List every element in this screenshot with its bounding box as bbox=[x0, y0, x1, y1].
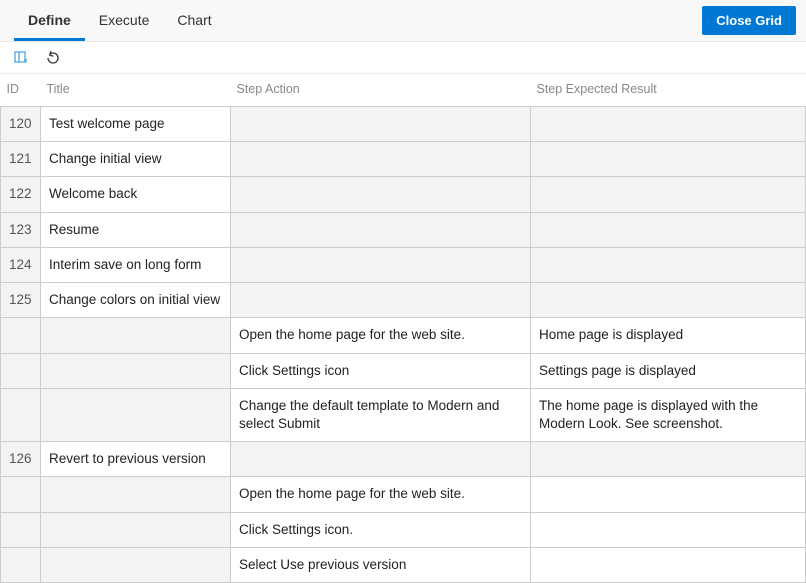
cell-step-expected[interactable]: The home page is displayed with the Mode… bbox=[531, 388, 806, 441]
cell-step-action[interactable]: Click Settings icon. bbox=[231, 512, 531, 547]
cell-title[interactable] bbox=[41, 353, 231, 388]
test-step-row[interactable]: Click Settings iconSettings page is disp… bbox=[1, 353, 806, 388]
test-case-row[interactable]: 123Resume bbox=[1, 212, 806, 247]
cell-id[interactable] bbox=[1, 477, 41, 512]
cell-step-action[interactable]: Select Use previous version bbox=[231, 547, 531, 582]
tab-execute[interactable]: Execute bbox=[85, 1, 164, 41]
tab-define-label: Define bbox=[28, 12, 71, 28]
cell-id[interactable] bbox=[1, 353, 41, 388]
cell-id[interactable]: 121 bbox=[1, 142, 41, 177]
cell-step-expected[interactable] bbox=[531, 142, 806, 177]
test-step-row[interactable]: Select Use previous version bbox=[1, 547, 806, 582]
cell-step-action[interactable]: Change the default template to Modern an… bbox=[231, 388, 531, 441]
cell-title[interactable]: Change initial view bbox=[41, 142, 231, 177]
test-case-row[interactable]: 126Revert to previous version bbox=[1, 442, 806, 477]
cell-id[interactable]: 125 bbox=[1, 283, 41, 318]
cell-step-expected[interactable] bbox=[531, 512, 806, 547]
cell-step-action[interactable] bbox=[231, 212, 531, 247]
cell-id[interactable]: 126 bbox=[1, 442, 41, 477]
cell-step-expected[interactable] bbox=[531, 177, 806, 212]
test-step-row[interactable]: Open the home page for the web site.Home… bbox=[1, 318, 806, 353]
cell-step-expected[interactable] bbox=[531, 442, 806, 477]
cell-id[interactable] bbox=[1, 547, 41, 582]
grid-header-row: ID Title Step Action Step Expected Resul… bbox=[1, 74, 806, 107]
cell-title[interactable] bbox=[41, 318, 231, 353]
test-case-row[interactable]: 125Change colors on initial view bbox=[1, 283, 806, 318]
col-expected[interactable]: Step Expected Result bbox=[531, 74, 806, 107]
cell-step-action[interactable]: Click Settings icon bbox=[231, 353, 531, 388]
cell-id[interactable]: 124 bbox=[1, 247, 41, 282]
col-action[interactable]: Step Action bbox=[231, 74, 531, 107]
cell-title[interactable]: Test welcome page bbox=[41, 107, 231, 142]
close-grid-button[interactable]: Close Grid bbox=[702, 6, 796, 35]
cell-step-expected[interactable] bbox=[531, 212, 806, 247]
test-case-row[interactable]: 124Interim save on long form bbox=[1, 247, 806, 282]
test-case-grid: ID Title Step Action Step Expected Resul… bbox=[0, 74, 806, 583]
cell-title[interactable]: Welcome back bbox=[41, 177, 231, 212]
cell-title[interactable] bbox=[41, 477, 231, 512]
cell-id[interactable] bbox=[1, 388, 41, 441]
col-id[interactable]: ID bbox=[1, 74, 41, 107]
toolbar bbox=[0, 42, 806, 74]
tab-define[interactable]: Define bbox=[14, 1, 85, 41]
cell-title[interactable] bbox=[41, 512, 231, 547]
cell-title[interactable]: Interim save on long form bbox=[41, 247, 231, 282]
test-step-row[interactable]: Click Settings icon. bbox=[1, 512, 806, 547]
cell-step-expected[interactable]: Settings page is displayed bbox=[531, 353, 806, 388]
cell-title[interactable] bbox=[41, 388, 231, 441]
cell-step-action[interactable] bbox=[231, 142, 531, 177]
test-step-row[interactable]: Open the home page for the web site. bbox=[1, 477, 806, 512]
cell-step-action[interactable] bbox=[231, 283, 531, 318]
cell-step-action[interactable] bbox=[231, 442, 531, 477]
close-grid-label: Close Grid bbox=[716, 13, 782, 28]
cell-id[interactable]: 123 bbox=[1, 212, 41, 247]
tab-list: Define Execute Chart bbox=[14, 0, 226, 41]
cell-title[interactable] bbox=[41, 547, 231, 582]
cell-step-action[interactable]: Open the home page for the web site. bbox=[231, 477, 531, 512]
tab-chart[interactable]: Chart bbox=[163, 1, 225, 41]
cell-step-action[interactable] bbox=[231, 247, 531, 282]
cell-title[interactable]: Change colors on initial view bbox=[41, 283, 231, 318]
cell-id[interactable] bbox=[1, 318, 41, 353]
refresh-icon[interactable] bbox=[44, 49, 62, 67]
cell-id[interactable]: 120 bbox=[1, 107, 41, 142]
cell-id[interactable]: 122 bbox=[1, 177, 41, 212]
test-case-row[interactable]: 121Change initial view bbox=[1, 142, 806, 177]
test-case-row[interactable]: 122Welcome back bbox=[1, 177, 806, 212]
cell-step-action[interactable] bbox=[231, 177, 531, 212]
cell-step-expected[interactable] bbox=[531, 283, 806, 318]
cell-step-action[interactable] bbox=[231, 107, 531, 142]
cell-step-expected[interactable] bbox=[531, 247, 806, 282]
top-bar: Define Execute Chart Close Grid bbox=[0, 0, 806, 42]
col-title[interactable]: Title bbox=[41, 74, 231, 107]
cell-title[interactable]: Resume bbox=[41, 212, 231, 247]
test-case-row[interactable]: 120Test welcome page bbox=[1, 107, 806, 142]
cell-step-expected[interactable] bbox=[531, 107, 806, 142]
cell-step-expected[interactable]: Home page is displayed bbox=[531, 318, 806, 353]
column-options-icon[interactable] bbox=[12, 49, 30, 67]
tab-execute-label: Execute bbox=[99, 12, 150, 28]
cell-step-action[interactable]: Open the home page for the web site. bbox=[231, 318, 531, 353]
cell-step-expected[interactable] bbox=[531, 547, 806, 582]
cell-step-expected[interactable] bbox=[531, 477, 806, 512]
tab-chart-label: Chart bbox=[177, 12, 211, 28]
cell-id[interactable] bbox=[1, 512, 41, 547]
test-step-row[interactable]: Change the default template to Modern an… bbox=[1, 388, 806, 441]
cell-title[interactable]: Revert to previous version bbox=[41, 442, 231, 477]
